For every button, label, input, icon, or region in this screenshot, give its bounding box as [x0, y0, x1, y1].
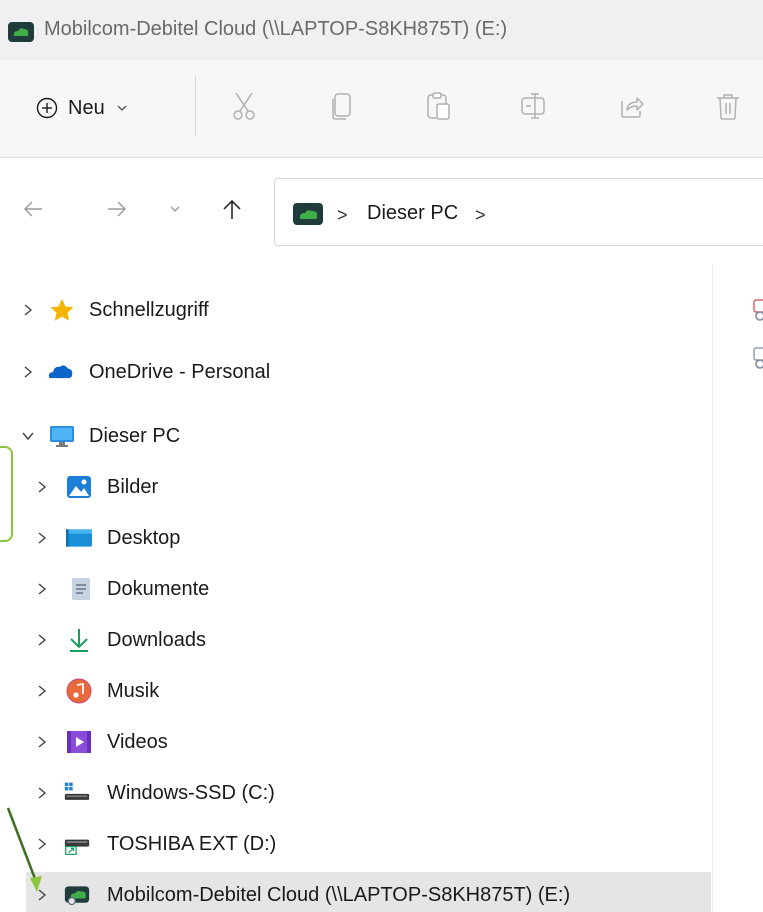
plus-circle-icon — [36, 97, 58, 119]
rename-icon — [521, 93, 545, 119]
share-button[interactable] — [616, 88, 648, 124]
title-bar: Mobilcom-Debitel Cloud (\\LAPTOP-S8KH875… — [0, 0, 763, 60]
recent-locations-button[interactable] — [162, 196, 188, 222]
cloud-drive-icon — [293, 203, 323, 225]
network-drive-icon — [753, 299, 763, 321]
tree-item-label: Videos — [107, 730, 168, 753]
tree-item-drive-c[interactable]: Windows-SSD (C:) — [0, 770, 700, 816]
paste-icon — [427, 92, 450, 120]
up-arrow-icon — [223, 199, 241, 219]
rename-button[interactable] — [517, 88, 549, 124]
chevron-right-icon[interactable] — [35, 837, 49, 851]
tree-item-label: Dokumente — [107, 577, 210, 600]
breadcrumb-this-pc[interactable]: Dieser PC — [367, 202, 458, 225]
tree-item-label: OneDrive - Personal — [89, 360, 271, 383]
tree-item-label: Musik — [107, 679, 160, 702]
chevron-right-icon[interactable] — [35, 786, 49, 800]
tree-item-this-pc[interactable]: Dieser PC — [0, 413, 700, 459]
tree-item-drive-d[interactable]: TOSHIBA EXT (D:) — [0, 821, 700, 867]
new-button[interactable]: Neu — [36, 88, 127, 128]
cut-button[interactable] — [228, 88, 260, 124]
paste-button[interactable] — [422, 88, 454, 124]
chevron-down-icon — [117, 105, 127, 111]
star-icon — [50, 299, 74, 321]
desktop-icon — [66, 529, 92, 547]
chevron-right-icon[interactable] — [35, 735, 49, 749]
tree-item-label: Mobilcom-Debitel Cloud (\\LAPTOP-S8KH875… — [107, 883, 571, 906]
tree-item-label: Dieser PC — [89, 424, 181, 447]
tree-item-desktop[interactable]: Desktop — [0, 515, 700, 561]
external-drive-icon — [64, 839, 90, 856]
windows-drive-icon — [64, 782, 90, 800]
pictures-icon — [67, 476, 91, 498]
chevron-right-icon[interactable] — [35, 888, 49, 902]
copy-button[interactable] — [326, 88, 358, 124]
delete-button[interactable] — [712, 88, 744, 124]
tree-item-label: TOSHIBA EXT (D:) — [107, 832, 277, 855]
tree-item-onedrive[interactable]: OneDrive - Personal — [0, 349, 700, 395]
tree-item-label: Windows-SSD (C:) — [107, 781, 275, 804]
onedrive-cloud-icon — [48, 365, 73, 379]
back-arrow-icon — [24, 201, 42, 217]
monitor-icon — [50, 426, 74, 447]
tree-item-quick-access[interactable]: Schnellzugriff — [0, 287, 700, 333]
tree-item-drive-e[interactable]: Mobilcom-Debitel Cloud (\\LAPTOP-S8KH875… — [26, 872, 711, 912]
breadcrumb-separator[interactable]: > — [337, 205, 348, 226]
network-cloud-drive-icon — [64, 886, 90, 906]
chevron-right-icon[interactable] — [35, 633, 49, 647]
chevron-right-icon[interactable] — [35, 480, 49, 494]
back-button[interactable] — [20, 196, 46, 222]
document-icon — [72, 578, 90, 600]
chevron-down-icon — [170, 206, 180, 212]
video-icon — [67, 731, 91, 753]
chevron-right-icon[interactable] — [21, 303, 35, 317]
navigation-bar: > Dieser PC > — [0, 158, 763, 264]
annotation-highlight-box — [0, 446, 13, 542]
cloud-drive-icon — [8, 22, 34, 42]
tree-item-downloads[interactable]: Downloads — [0, 617, 700, 663]
music-icon — [66, 678, 92, 704]
pane-divider — [712, 264, 713, 912]
chevron-right-icon[interactable] — [35, 531, 49, 545]
new-button-label: Neu — [68, 96, 105, 119]
share-icon — [621, 97, 644, 118]
network-drive-icon — [753, 347, 763, 369]
copy-icon — [332, 93, 351, 120]
tree-item-label: Bilder — [107, 475, 159, 498]
breadcrumb-separator[interactable]: > — [475, 205, 486, 226]
forward-arrow-icon — [108, 201, 126, 217]
chevron-right-icon[interactable] — [35, 582, 49, 596]
forward-button[interactable] — [104, 196, 130, 222]
download-arrow-icon — [70, 629, 88, 652]
tree-item-documents[interactable]: Dokumente — [0, 566, 700, 612]
chevron-down-icon[interactable] — [21, 429, 35, 443]
delete-icon — [717, 94, 739, 120]
tree-item-videos[interactable]: Videos — [0, 719, 700, 765]
window-title: Mobilcom-Debitel Cloud (\\LAPTOP-S8KH875… — [44, 18, 508, 40]
tree-item-label: Schnellzugriff — [89, 298, 209, 321]
cut-icon — [233, 92, 255, 120]
tree-item-label: Downloads — [107, 628, 206, 651]
command-bar: Neu — [0, 60, 763, 158]
tree-item-label: Desktop — [107, 526, 181, 549]
chevron-right-icon[interactable] — [21, 365, 35, 379]
toolbar-separator — [195, 76, 196, 136]
address-bar[interactable]: > Dieser PC > — [274, 178, 763, 246]
up-button[interactable] — [219, 196, 245, 222]
tree-item-music[interactable]: Musik — [0, 668, 700, 714]
tree-item-pictures[interactable]: Bilder — [0, 464, 700, 510]
chevron-right-icon[interactable] — [35, 684, 49, 698]
